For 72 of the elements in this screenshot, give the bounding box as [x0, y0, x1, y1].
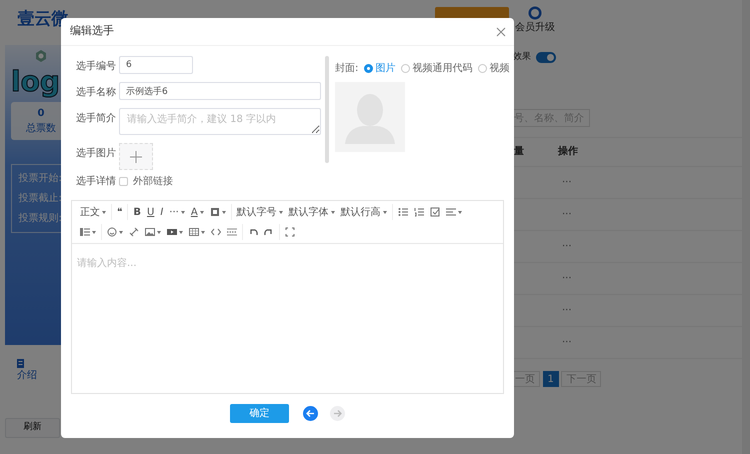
toolbar-button[interactable]: B: [130, 204, 144, 220]
text-area[interactable]: 请输入选手简介，建议 18 字以内: [119, 108, 321, 135]
column-header: 量: [514, 145, 525, 159]
radio-button[interactable]: [400, 64, 410, 73]
numbered-list-icon: [414, 207, 424, 217]
scrollbar[interactable]: [325, 56, 329, 163]
toolbar-button[interactable]: 默认字号: [234, 204, 286, 220]
code-icon: [211, 227, 221, 237]
page-link[interactable]: 1: [542, 370, 559, 386]
text-field[interactable]: 6: [119, 56, 193, 74]
column-header: 操作: [558, 144, 579, 159]
video-icon: [167, 227, 177, 237]
radio-label: 图片: [375, 62, 396, 76]
text-field[interactable]: 示例选手6: [119, 82, 321, 100]
toolbar-button[interactable]: 正文: [77, 204, 109, 220]
refresh-button[interactable]: 刷新: [5, 418, 60, 438]
left-arrow-icon: [306, 409, 315, 418]
stat-value: 0: [36, 107, 46, 121]
right-arrow-icon: [333, 409, 342, 418]
align-icon: [446, 207, 456, 217]
close-button[interactable]: [496, 26, 506, 36]
upgrade-label[interactable]: 会员升级: [515, 20, 555, 35]
indent-icon: [80, 227, 90, 237]
table-icon: [189, 227, 199, 237]
radio-label: 视频: [489, 62, 510, 76]
modal-title: 编辑选手: [70, 23, 114, 40]
field-label: 选手图片: [76, 146, 117, 161]
vip-badge-icon[interactable]: [528, 6, 542, 20]
plus-icon: [130, 150, 142, 162]
stat-label: 总票数: [25, 122, 57, 136]
info-label: 投票截止:: [18, 192, 62, 206]
document-icon[interactable]: [17, 359, 24, 368]
info-label: 投票开始:: [18, 172, 62, 186]
divider-icon: [227, 227, 237, 237]
toolbar-button[interactable]: ···: [166, 204, 188, 220]
cover-label: 封面:: [335, 62, 358, 76]
toggle-switch[interactable]: [536, 52, 556, 64]
confirm-button[interactable]: 确定: [230, 404, 289, 423]
radio-label: 视频通用代码: [412, 62, 472, 76]
toolbar-button[interactable]: ❝: [114, 204, 126, 220]
field-label: 选手简介: [76, 112, 117, 126]
checkbox[interactable]: [119, 177, 128, 186]
bullet-list-icon: [398, 207, 408, 217]
logo-text: log: [11, 68, 61, 96]
smiley-icon: [107, 227, 117, 237]
previous-button[interactable]: [303, 406, 318, 421]
upload-button[interactable]: [119, 143, 153, 170]
toolbar-button[interactable]: 默认字体: [286, 204, 338, 220]
radio-button[interactable]: [364, 64, 373, 73]
toolbar-button[interactable]: I: [157, 204, 166, 220]
more-actions[interactable]: ···: [562, 334, 572, 350]
more-actions[interactable]: ···: [562, 302, 572, 318]
avatar-placeholder-icon: [335, 82, 405, 152]
checkbox-label: 外部链接: [133, 174, 173, 189]
radio-button[interactable]: [478, 64, 487, 73]
toolbar-button[interactable]: 默认行高: [338, 204, 390, 220]
logo-emblem-icon: [35, 50, 47, 62]
checklist-icon: [430, 207, 440, 217]
background-color-icon: [210, 207, 220, 217]
toolbar-button[interactable]: A: [188, 204, 207, 220]
more-actions[interactable]: ···: [562, 206, 572, 222]
fullscreen-icon: [285, 227, 295, 237]
more-actions[interactable]: ···: [562, 174, 572, 190]
more-actions[interactable]: ···: [562, 270, 572, 286]
field-label: 选手详情: [76, 174, 117, 189]
field-label: 选手编号: [76, 60, 117, 74]
field-label: 选手名称: [76, 86, 117, 100]
intro-tab[interactable]: 介绍: [17, 368, 37, 383]
more-actions[interactable]: ···: [562, 238, 572, 254]
image-icon: [145, 227, 155, 237]
toolbar-button[interactable]: U: [144, 204, 158, 220]
info-label: 投票规则:: [18, 212, 62, 226]
